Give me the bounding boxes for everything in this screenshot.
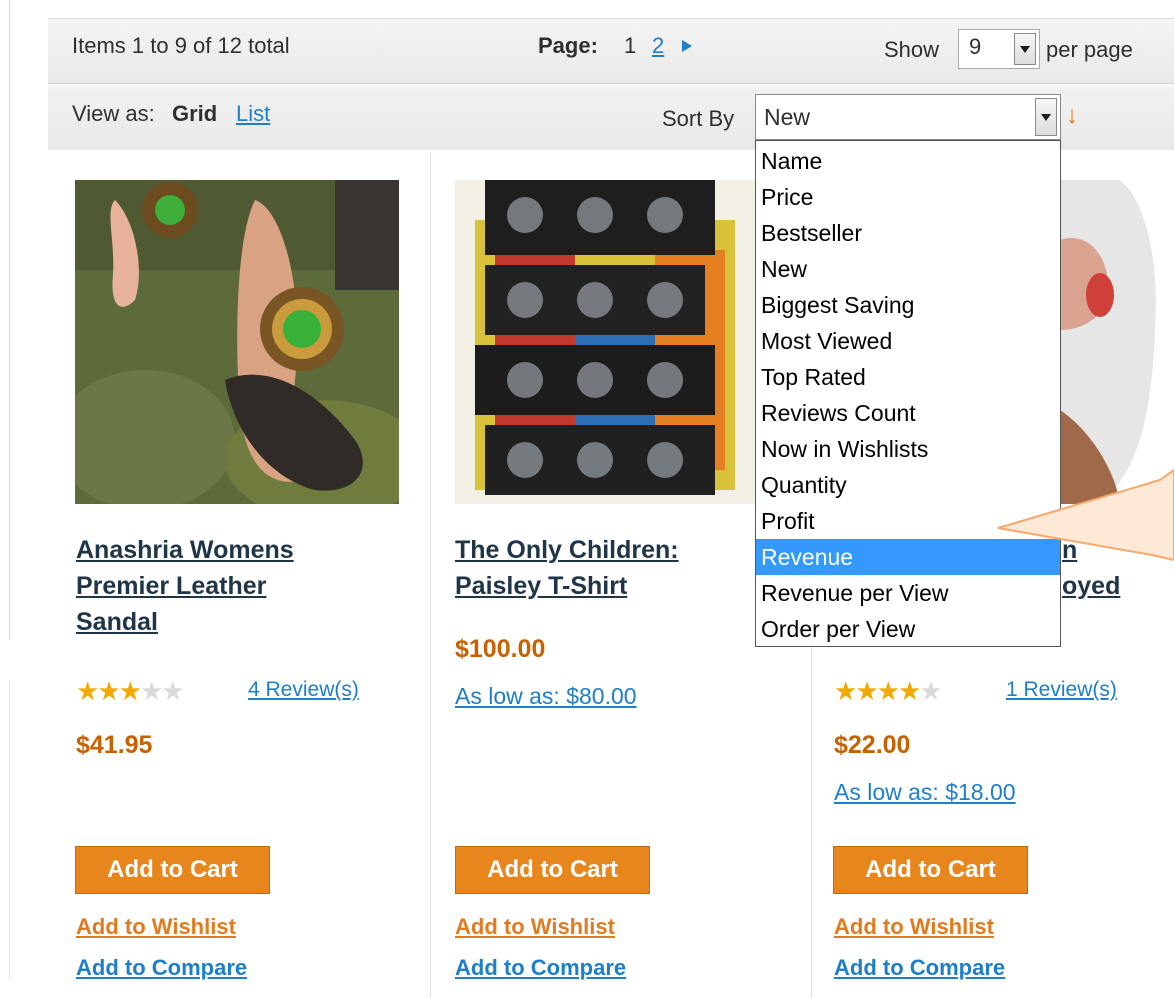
chevron-down-icon[interactable] — [1035, 98, 1057, 136]
sort-option-quantity[interactable]: Quantity — [756, 467, 1060, 503]
rating-stars: ★★★★★ — [76, 676, 185, 706]
product-image-tshirt[interactable] — [455, 180, 755, 504]
star-icon: ★ — [876, 676, 900, 706]
view-as-label: View as: — [72, 101, 155, 126]
star-icon: ★ — [97, 676, 120, 706]
rating-stars: ★★★★★ — [834, 676, 943, 706]
items-total-count: Items 1 to 9 of 12 total — [72, 33, 290, 58]
product-image-shirt[interactable] — [1060, 180, 1174, 504]
star-icon: ★ — [897, 676, 921, 706]
star-icon: ★ — [834, 676, 857, 706]
product-price: $100.00 — [455, 635, 546, 663]
product-name-fragment[interactable]: oyed — [1062, 568, 1120, 604]
add-to-cart-button[interactable]: Add to Cart — [75, 846, 270, 894]
page-left-border — [9, 0, 10, 640]
add-to-wishlist-link[interactable]: Add to Wishlist — [455, 914, 615, 940]
view-mode-grid-current: Grid — [172, 101, 218, 126]
reviews-link[interactable]: 1 Review(s) — [1006, 678, 1117, 702]
add-to-cart-button[interactable]: Add to Cart — [455, 846, 650, 894]
star-icon: ★ — [161, 676, 184, 706]
per-page-value: 9 — [969, 34, 982, 59]
per-page-select[interactable]: 9 — [958, 29, 1040, 69]
show-label: Show — [884, 37, 940, 62]
page-label: Page: — [538, 33, 598, 58]
product-name-link[interactable]: The Only Children: Paisley T-Shirt — [455, 532, 679, 604]
sort-option-revenue-per-view[interactable]: Revenue per View — [756, 575, 1060, 611]
as-low-as-link[interactable]: As low as: $80.00 — [455, 683, 637, 710]
sort-option-price[interactable]: Price — [756, 179, 1060, 215]
add-to-wishlist-link[interactable]: Add to Wishlist — [76, 914, 236, 940]
sort-option-reviews-count[interactable]: Reviews Count — [756, 395, 1060, 431]
sort-option-new[interactable]: New — [756, 251, 1060, 287]
page-2-link[interactable]: 2 — [652, 33, 664, 59]
sort-option-top-rated[interactable]: Top Rated — [756, 359, 1060, 395]
star-icon: ★ — [855, 676, 878, 706]
column-divider — [430, 152, 431, 998]
sort-option-bestseller[interactable]: Bestseller — [756, 215, 1060, 251]
as-low-as-link[interactable]: As low as: $18.00 — [834, 779, 1016, 806]
sort-option-name[interactable]: Name — [756, 143, 1060, 179]
sort-option-profit[interactable]: Profit — [756, 503, 1060, 539]
star-icon: ★ — [76, 676, 99, 706]
chevron-down-icon[interactable] — [1014, 33, 1036, 65]
product-name-line[interactable]: Anashria Womens — [76, 532, 294, 568]
sort-options-dropdown: Name Price Bestseller New Biggest Saving… — [755, 140, 1061, 647]
star-icon: ★ — [919, 676, 942, 706]
product-name-line[interactable]: Sandal — [76, 604, 294, 640]
sort-by-select[interactable]: New — [755, 94, 1061, 140]
product-image-sandal[interactable] — [75, 180, 399, 504]
product-name-link[interactable]: Anashria Womens Premier Leather Sandal — [76, 532, 294, 640]
current-page-number: 1 — [624, 33, 637, 58]
product-name-line[interactable]: Premier Leather — [76, 568, 294, 604]
add-to-compare-link[interactable]: Add to Compare — [76, 955, 247, 981]
add-to-wishlist-link[interactable]: Add to Wishlist — [834, 914, 994, 940]
product-price: $41.95 — [76, 731, 153, 759]
sort-option-revenue[interactable]: Revenue — [756, 539, 1060, 575]
star-icon: ★ — [118, 676, 142, 706]
sort-selected-value: New — [764, 104, 811, 130]
sort-by-label: Sort By — [662, 106, 735, 131]
product-name-line[interactable]: Paisley T-Shirt — [455, 568, 679, 604]
sort-direction-arrow-icon[interactable]: ↓ — [1066, 102, 1078, 130]
view-mode-list-link[interactable]: List — [236, 101, 270, 127]
add-to-cart-button[interactable]: Add to Cart — [833, 846, 1028, 894]
sort-option-most-viewed[interactable]: Most Viewed — [756, 323, 1060, 359]
page-left-border-lower — [9, 680, 10, 980]
per-page-label: per page — [1046, 37, 1133, 62]
product-price: $22.00 — [834, 731, 911, 759]
add-to-compare-link[interactable]: Add to Compare — [834, 955, 1005, 981]
product-name-fragment[interactable]: n — [1062, 532, 1077, 568]
product-name-line[interactable]: The Only Children: — [455, 532, 679, 568]
sort-option-now-in-wishlists[interactable]: Now in Wishlists — [756, 431, 1060, 467]
star-icon: ★ — [139, 676, 163, 706]
add-to-compare-link[interactable]: Add to Compare — [455, 955, 626, 981]
next-page-arrow-icon[interactable] — [682, 40, 692, 52]
sort-option-order-per-view[interactable]: Order per View — [756, 611, 1060, 647]
sort-option-biggest-saving[interactable]: Biggest Saving — [756, 287, 1060, 323]
reviews-link[interactable]: 4 Review(s) — [248, 678, 359, 702]
